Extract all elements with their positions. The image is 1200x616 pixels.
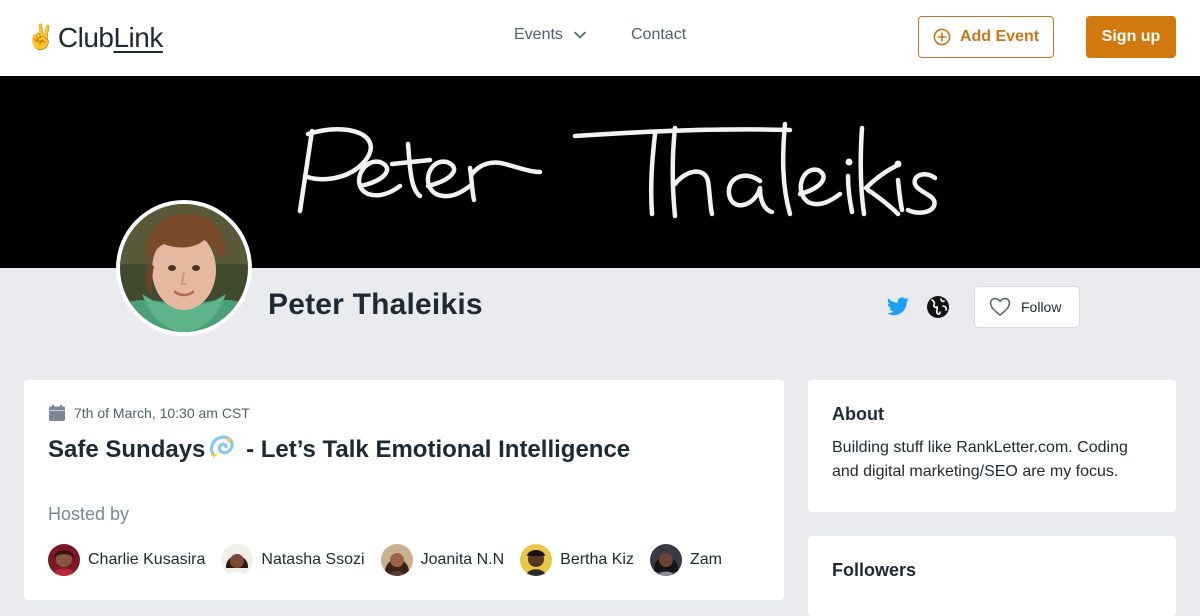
- event-title[interactable]: Safe Sundays - Let’s Talk Emotional Inte…: [48, 434, 630, 464]
- logo[interactable]: ✌️ Club Link: [26, 20, 163, 56]
- host-item[interactable]: Natasha Ssozi: [221, 544, 365, 576]
- avatar: [120, 204, 248, 332]
- hosted-by-label: Hosted by: [48, 504, 130, 524]
- victory-hand-icon: ✌️: [26, 24, 56, 51]
- host-avatar: [48, 544, 80, 576]
- avatar-photo: [120, 204, 248, 332]
- follow-label: Follow: [1021, 299, 1062, 315]
- host-item[interactable]: Bertha Kiz: [520, 544, 634, 576]
- globe-icon[interactable]: [926, 295, 950, 319]
- nav-contact-link[interactable]: Contact: [631, 26, 686, 44]
- followers-title: Followers: [832, 560, 917, 580]
- add-event-label: Add Event: [959, 28, 1040, 45]
- host-list: Charlie Kusasira Natasha Ssozi Joanita N…: [48, 544, 738, 576]
- host-item[interactable]: Charlie Kusasira: [48, 544, 205, 576]
- host-name: Joanita N.N: [420, 551, 505, 568]
- host-name: Zam: [689, 551, 722, 568]
- plus-circle-icon: [933, 28, 951, 46]
- host-avatar: [520, 544, 553, 576]
- host-name: Bertha Kiz: [560, 551, 634, 568]
- host-item[interactable]: Zam: [649, 544, 722, 576]
- about-card: About Building stuff like RankLetter.com…: [808, 380, 1176, 512]
- event-card[interactable]: 7th of March, 10:30 am CST Safe Sundays …: [24, 380, 784, 600]
- host-avatar: [380, 544, 413, 576]
- event-title-prefix: Safe Sundays: [48, 436, 206, 463]
- calendar-icon: [49, 404, 65, 421]
- about-title: About: [832, 404, 884, 424]
- host-avatar: [649, 544, 682, 576]
- follow-button[interactable]: Follow: [974, 286, 1080, 328]
- nav-events-label: Events: [514, 26, 563, 43]
- twitter-icon[interactable]: [886, 295, 910, 319]
- event-date: 7th of March, 10:30 am CST: [48, 404, 250, 422]
- host-name: Natasha Ssozi: [261, 551, 365, 568]
- about-text: Building stuff like RankLetter.com. Codi…: [832, 439, 1128, 480]
- followers-card: Followers: [808, 536, 1176, 616]
- profile-avatar: [116, 200, 252, 336]
- heart-icon: [989, 297, 1011, 316]
- host-avatar: [221, 544, 254, 576]
- chevron-down-icon: [574, 31, 586, 39]
- logo-text-club: Club: [57, 22, 114, 53]
- top-navbar: ✌️ Club Link Events Contact Add Event Sig…: [0, 0, 1200, 76]
- logo-text-link: Link: [113, 22, 163, 53]
- event-date-text: 7th of March, 10:30 am CST: [74, 405, 250, 421]
- signup-button[interactable]: Sign up: [1086, 16, 1176, 58]
- add-event-button[interactable]: Add Event: [918, 16, 1054, 58]
- nav-events-dropdown[interactable]: Events: [514, 26, 587, 44]
- profile-name: Peter Thaleikis: [268, 288, 483, 321]
- host-name: Charlie Kusasira: [88, 551, 206, 568]
- event-title-suffix: - Let’s Talk Emotional Intelligence: [239, 436, 631, 463]
- host-item[interactable]: Joanita N.N: [380, 544, 505, 576]
- dizzy-icon: [210, 435, 235, 459]
